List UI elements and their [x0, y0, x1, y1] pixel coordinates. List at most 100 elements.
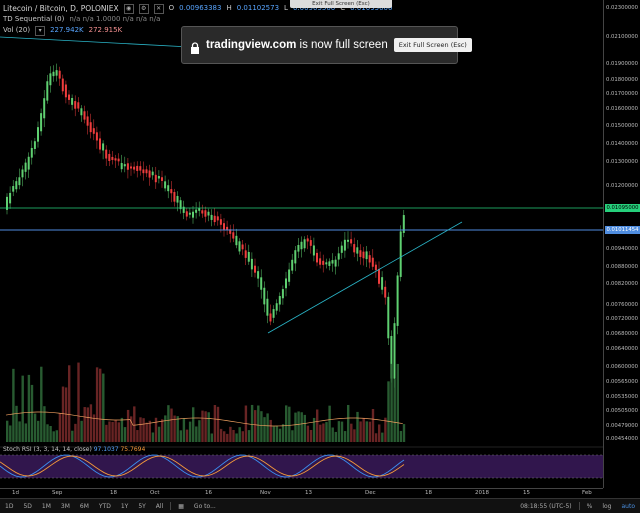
- volume-bar: [148, 420, 151, 442]
- auto-toggle[interactable]: auto: [616, 503, 640, 510]
- price-axis[interactable]: 0.02300000 0.02100000 0.01900000 0.01800000…: [603, 0, 640, 450]
- volume-bar: [201, 410, 204, 442]
- volume-bar: [325, 422, 328, 442]
- candle-body: [207, 211, 210, 216]
- candle-body: [9, 192, 12, 204]
- candle-body: [173, 192, 176, 202]
- candle-body: [278, 296, 281, 305]
- volume-bar: [288, 406, 291, 442]
- volume-bar: [114, 420, 117, 442]
- volume-bar: [161, 419, 164, 442]
- candle-body: [387, 296, 390, 339]
- candle-body: [30, 147, 33, 158]
- calendar-icon[interactable]: ▦: [173, 503, 189, 510]
- clock-time[interactable]: 08:18:55 (UTC-5): [515, 503, 576, 510]
- volume-bar: [204, 411, 207, 442]
- upper-trend-line[interactable]: [0, 36, 191, 48]
- price-axis-label: 0.00600000: [606, 364, 639, 370]
- volume-bar: [192, 407, 195, 442]
- candle-body: [64, 84, 67, 98]
- price-chart[interactable]: [0, 0, 603, 488]
- candle-body: [244, 250, 247, 258]
- volume-bar: [198, 420, 201, 442]
- price-axis-label: 0.01700000: [606, 91, 639, 97]
- candle-body: [285, 278, 287, 289]
- candle-body: [24, 162, 27, 172]
- candle-body: [154, 174, 157, 183]
- volume-bar: [241, 431, 244, 442]
- candle-body: [384, 286, 387, 298]
- range-button-1m[interactable]: 1M: [37, 503, 56, 510]
- range-button-all[interactable]: All: [151, 503, 168, 510]
- stoch-band: [0, 455, 603, 478]
- volume-bar: [353, 429, 356, 442]
- bottom-toolbar: 1D 5D 1M 3M 6M YTD 1Y 5Y All ▦ Go to... 08:18:55…: [0, 498, 640, 513]
- volume-bar: [210, 433, 213, 442]
- volume-bar: [368, 421, 372, 442]
- range-button-1y[interactable]: 1Y: [116, 503, 133, 510]
- candle-body: [46, 81, 49, 101]
- time-axis-label: Oct: [150, 490, 160, 496]
- candle-body: [105, 149, 108, 159]
- volume-bar: [61, 386, 65, 442]
- volume-bar: [182, 418, 186, 442]
- range-button-5d[interactable]: 5D: [18, 503, 36, 510]
- candle-body: [164, 181, 167, 189]
- volume-bar: [154, 417, 158, 442]
- volume-bar: [402, 424, 406, 442]
- volume-bar: [99, 368, 102, 442]
- volume-bar: [43, 406, 46, 442]
- candle-body: [40, 113, 43, 132]
- price-axis-label: 0.00820000: [606, 281, 639, 287]
- log-toggle[interactable]: log: [597, 503, 616, 510]
- stoch-axis[interactable]: [603, 450, 640, 488]
- price-axis-label: 0.00565000: [606, 379, 639, 385]
- candle-body: [266, 298, 269, 316]
- candle-body: [92, 128, 95, 134]
- stoch-title[interactable]: Stoch RSI (3, 3, 14, 14, close): [3, 446, 92, 453]
- price-axis-label: 0.00760000: [606, 302, 639, 308]
- volume-bar: [24, 423, 27, 442]
- volume-bar: [365, 421, 368, 442]
- price-axis-label: 0.02100000: [606, 34, 639, 40]
- volume-bar: [343, 431, 347, 442]
- volume-bar: [396, 363, 399, 442]
- candle-body: [396, 275, 399, 326]
- candle-body: [238, 241, 241, 252]
- volume-bar: [374, 433, 378, 442]
- time-axis-label: Nov: [260, 490, 271, 496]
- percent-toggle[interactable]: %: [582, 503, 598, 510]
- volume-bar: [291, 430, 294, 442]
- candle-body: [272, 309, 275, 318]
- candle-body: [254, 265, 256, 273]
- candle-body: [148, 170, 151, 178]
- volume-bar: [381, 432, 384, 442]
- candle-body: [33, 141, 36, 149]
- candle-body: [322, 260, 325, 265]
- volume-bar: [378, 424, 381, 442]
- range-button-5y[interactable]: 5Y: [133, 503, 150, 510]
- range-button-6m[interactable]: 6M: [75, 503, 94, 510]
- support-trend-line[interactable]: [267, 221, 463, 334]
- volume-bar: [328, 405, 331, 442]
- exit-fullscreen-button[interactable]: Exit Full Screen (Esc): [393, 38, 472, 52]
- candle-body: [213, 215, 216, 223]
- volume-bar: [250, 404, 254, 442]
- range-button-1d[interactable]: 1D: [0, 503, 18, 510]
- volume-bar: [9, 425, 12, 442]
- candle-body: [269, 313, 272, 322]
- candle-body: [123, 164, 126, 167]
- candle-body: [263, 287, 266, 305]
- go-to-button[interactable]: Go to...: [189, 503, 221, 510]
- price-axis-label: 0.01500000: [606, 123, 639, 129]
- volume-bar: [37, 420, 40, 442]
- candle-body: [340, 245, 343, 253]
- range-button-3m[interactable]: 3M: [56, 503, 75, 510]
- candle-body: [15, 181, 18, 190]
- candle-body: [241, 244, 244, 250]
- candle-body: [350, 239, 353, 244]
- volume-bar: [334, 431, 337, 442]
- volume-bar: [229, 426, 232, 442]
- range-button-ytd[interactable]: YTD: [94, 503, 116, 510]
- price-axis-label: 0.01800000: [606, 77, 639, 83]
